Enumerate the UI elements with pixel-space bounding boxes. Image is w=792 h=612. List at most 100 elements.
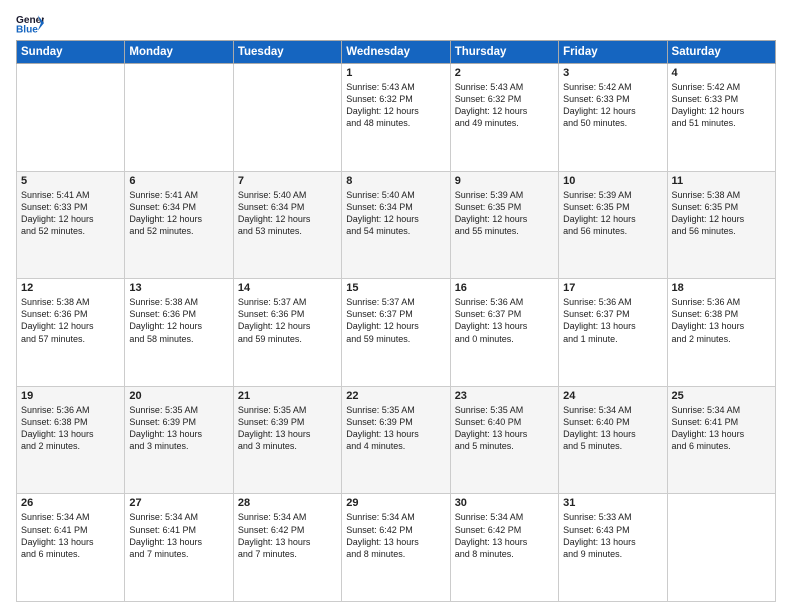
calendar-cell: 21 Sunrise: 5:35 AM Sunset: 6:39 PM Dayli… <box>233 386 341 494</box>
cell-text: Sunrise: 5:36 AM Sunset: 6:38 PM Dayligh… <box>21 404 120 453</box>
cell-text: Sunrise: 5:42 AM Sunset: 6:33 PM Dayligh… <box>672 81 771 130</box>
day-number: 31 <box>563 497 662 509</box>
calendar-cell: 5 Sunrise: 5:41 AM Sunset: 6:33 PM Daylig… <box>17 171 125 279</box>
cell-text: Sunrise: 5:34 AM Sunset: 6:42 PM Dayligh… <box>346 511 445 560</box>
calendar-week: 12 Sunrise: 5:38 AM Sunset: 6:36 PM Dayli… <box>17 279 776 387</box>
day-number: 21 <box>238 390 337 402</box>
calendar-cell: 16Sunrise: 5:36 AM Sunset: 6:37 PM Dayli… <box>450 279 558 387</box>
calendar-cell: 22 Sunrise: 5:35 AM Sunset: 6:39 PM Dayli… <box>342 386 450 494</box>
cell-text: Sunrise: 5:39 AM Sunset: 6:35 PM Dayligh… <box>455 189 554 238</box>
cell-text: Sunrise: 5:37 AM Sunset: 6:37 PM Dayligh… <box>346 296 445 345</box>
cell-text: Sunrise: 5:35 AM Sunset: 6:40 PM Dayligh… <box>455 404 554 453</box>
cell-text: Sunrise: 5:33 AM Sunset: 6:43 PM Dayligh… <box>563 511 662 560</box>
day-number: 28 <box>238 497 337 509</box>
day-number: 20 <box>129 390 228 402</box>
calendar-cell <box>125 64 233 172</box>
cell-text: Sunrise: 5:43 AM Sunset: 6:32 PM Dayligh… <box>346 81 445 130</box>
day-number: 15 <box>346 282 445 294</box>
calendar-cell: 30 Sunrise: 5:34 AM Sunset: 6:42 PM Dayli… <box>450 494 558 602</box>
cell-text: Sunrise: 5:42 AM Sunset: 6:33 PM Dayligh… <box>563 81 662 130</box>
day-number: 2 <box>455 67 554 79</box>
weekday-header: Wednesday <box>342 41 450 64</box>
cell-text: Sunrise: 5:35 AM Sunset: 6:39 PM Dayligh… <box>238 404 337 453</box>
calendar-cell: 8Sunrise: 5:40 AM Sunset: 6:34 PM Daylig… <box>342 171 450 279</box>
weekday-header: Friday <box>559 41 667 64</box>
day-number: 17 <box>563 282 662 294</box>
cell-text: Sunrise: 5:35 AM Sunset: 6:39 PM Dayligh… <box>129 404 228 453</box>
calendar-cell: 14Sunrise: 5:37 AM Sunset: 6:36 PM Dayli… <box>233 279 341 387</box>
day-number: 9 <box>455 175 554 187</box>
calendar-cell <box>233 64 341 172</box>
day-number: 24 <box>563 390 662 402</box>
weekday-header: Saturday <box>667 41 775 64</box>
cell-text: Sunrise: 5:38 AM Sunset: 6:36 PM Dayligh… <box>21 296 120 345</box>
cell-text: Sunrise: 5:34 AM Sunset: 6:41 PM Dayligh… <box>21 511 120 560</box>
calendar-cell: 4Sunrise: 5:42 AM Sunset: 6:33 PM Daylig… <box>667 64 775 172</box>
calendar-week: 1Sunrise: 5:43 AM Sunset: 6:32 PM Daylig… <box>17 64 776 172</box>
calendar-cell: 27 Sunrise: 5:34 AM Sunset: 6:41 PM Dayli… <box>125 494 233 602</box>
day-number: 14 <box>238 282 337 294</box>
calendar-cell: 15 Sunrise: 5:37 AM Sunset: 6:37 PM Dayli… <box>342 279 450 387</box>
cell-text: Sunrise: 5:36 AM Sunset: 6:37 PM Dayligh… <box>563 296 662 345</box>
calendar-cell: 17 Sunrise: 5:36 AM Sunset: 6:37 PM Dayli… <box>559 279 667 387</box>
cell-text: Sunrise: 5:38 AM Sunset: 6:35 PM Dayligh… <box>672 189 771 238</box>
calendar-week: 5 Sunrise: 5:41 AM Sunset: 6:33 PM Daylig… <box>17 171 776 279</box>
cell-text: Sunrise: 5:36 AM Sunset: 6:37 PM Dayligh… <box>455 296 554 345</box>
day-number: 29 <box>346 497 445 509</box>
cell-text: Sunrise: 5:34 AM Sunset: 6:42 PM Dayligh… <box>455 511 554 560</box>
day-number: 10 <box>563 175 662 187</box>
day-number: 19 <box>21 390 120 402</box>
cell-text: Sunrise: 5:34 AM Sunset: 6:41 PM Dayligh… <box>672 404 771 453</box>
day-number: 8 <box>346 175 445 187</box>
header-row: SundayMondayTuesdayWednesdayThursdayFrid… <box>17 41 776 64</box>
cell-text: Sunrise: 5:36 AM Sunset: 6:38 PM Dayligh… <box>672 296 771 345</box>
calendar-cell: 20 Sunrise: 5:35 AM Sunset: 6:39 PM Dayli… <box>125 386 233 494</box>
calendar-week: 19 Sunrise: 5:36 AM Sunset: 6:38 PM Dayli… <box>17 386 776 494</box>
day-number: 30 <box>455 497 554 509</box>
calendar-cell: 25 Sunrise: 5:34 AM Sunset: 6:41 PM Dayli… <box>667 386 775 494</box>
day-number: 12 <box>21 282 120 294</box>
top-bar: General Blue <box>16 12 776 34</box>
calendar-cell: 19 Sunrise: 5:36 AM Sunset: 6:38 PM Dayli… <box>17 386 125 494</box>
calendar-cell: 3Sunrise: 5:42 AM Sunset: 6:33 PM Daylig… <box>559 64 667 172</box>
cell-text: Sunrise: 5:34 AM Sunset: 6:42 PM Dayligh… <box>238 511 337 560</box>
day-number: 27 <box>129 497 228 509</box>
calendar-cell <box>667 494 775 602</box>
weekday-header: Thursday <box>450 41 558 64</box>
cell-text: Sunrise: 5:40 AM Sunset: 6:34 PM Dayligh… <box>238 189 337 238</box>
calendar-cell <box>17 64 125 172</box>
calendar-cell: 1Sunrise: 5:43 AM Sunset: 6:32 PM Daylig… <box>342 64 450 172</box>
cell-text: Sunrise: 5:34 AM Sunset: 6:41 PM Dayligh… <box>129 511 228 560</box>
day-number: 18 <box>672 282 771 294</box>
calendar-cell: 6Sunrise: 5:41 AM Sunset: 6:34 PM Daylig… <box>125 171 233 279</box>
logo-icon: General Blue <box>16 12 44 34</box>
calendar-cell: 12 Sunrise: 5:38 AM Sunset: 6:36 PM Dayli… <box>17 279 125 387</box>
calendar-cell: 13 Sunrise: 5:38 AM Sunset: 6:36 PM Dayli… <box>125 279 233 387</box>
day-number: 13 <box>129 282 228 294</box>
calendar: SundayMondayTuesdayWednesdayThursdayFrid… <box>16 40 776 602</box>
weekday-header: Monday <box>125 41 233 64</box>
calendar-cell: 31 Sunrise: 5:33 AM Sunset: 6:43 PM Dayli… <box>559 494 667 602</box>
page: General Blue SundayMondayTuesdayWednesda… <box>0 0 792 612</box>
calendar-cell: 7 Sunrise: 5:40 AM Sunset: 6:34 PM Daylig… <box>233 171 341 279</box>
calendar-cell: 18 Sunrise: 5:36 AM Sunset: 6:38 PM Dayli… <box>667 279 775 387</box>
cell-text: Sunrise: 5:38 AM Sunset: 6:36 PM Dayligh… <box>129 296 228 345</box>
cell-text: Sunrise: 5:39 AM Sunset: 6:35 PM Dayligh… <box>563 189 662 238</box>
calendar-cell: 26 Sunrise: 5:34 AM Sunset: 6:41 PM Dayli… <box>17 494 125 602</box>
cell-text: Sunrise: 5:43 AM Sunset: 6:32 PM Dayligh… <box>455 81 554 130</box>
day-number: 5 <box>21 175 120 187</box>
cell-text: Sunrise: 5:41 AM Sunset: 6:33 PM Dayligh… <box>21 189 120 238</box>
calendar-cell: 29 Sunrise: 5:34 AM Sunset: 6:42 PM Dayli… <box>342 494 450 602</box>
day-number: 23 <box>455 390 554 402</box>
calendar-cell: 9 Sunrise: 5:39 AM Sunset: 6:35 PM Daylig… <box>450 171 558 279</box>
day-number: 22 <box>346 390 445 402</box>
day-number: 26 <box>21 497 120 509</box>
day-number: 25 <box>672 390 771 402</box>
calendar-cell: 23 Sunrise: 5:35 AM Sunset: 6:40 PM Dayli… <box>450 386 558 494</box>
calendar-cell: 11Sunrise: 5:38 AM Sunset: 6:35 PM Dayli… <box>667 171 775 279</box>
day-number: 7 <box>238 175 337 187</box>
cell-text: Sunrise: 5:34 AM Sunset: 6:40 PM Dayligh… <box>563 404 662 453</box>
calendar-cell: 2 Sunrise: 5:43 AM Sunset: 6:32 PM Daylig… <box>450 64 558 172</box>
cell-text: Sunrise: 5:41 AM Sunset: 6:34 PM Dayligh… <box>129 189 228 238</box>
cell-text: Sunrise: 5:35 AM Sunset: 6:39 PM Dayligh… <box>346 404 445 453</box>
